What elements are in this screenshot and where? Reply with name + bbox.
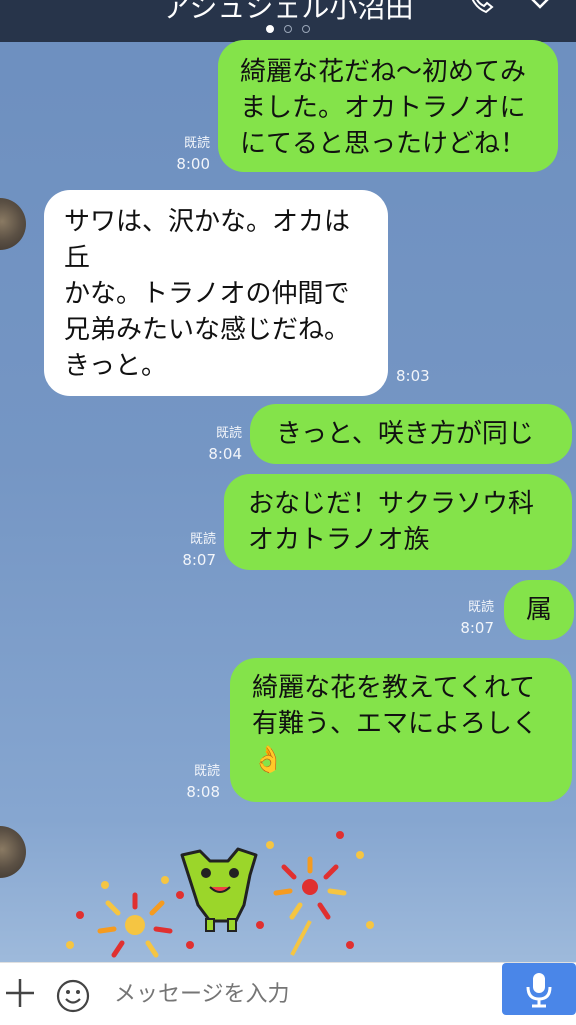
firework-left	[66, 876, 194, 958]
message-meta: 既読 8:07	[156, 530, 216, 570]
sent-message-bubble[interactable]: きっと、咲き方が同じ	[250, 404, 572, 464]
message-line: 属	[526, 595, 553, 625]
microphone-icon	[526, 973, 552, 1008]
plus-icon[interactable]	[4, 977, 36, 1009]
frog-character	[180, 847, 258, 932]
message-line: 👌	[252, 745, 285, 775]
message-time: 8:04	[208, 445, 242, 463]
message-line: サワは、沢かな。オカは	[64, 207, 351, 237]
message-meta: 既読 8:00	[150, 134, 210, 174]
message-line: 綺麗な花だね〜初めてみ	[240, 57, 527, 87]
message-time: 8:03	[396, 367, 430, 385]
message-line: かな。トラノオの仲間で	[64, 279, 350, 309]
message-line: 有難う、エマによろしく	[252, 709, 539, 739]
message-input[interactable]	[112, 975, 476, 1015]
message-input-bar	[0, 962, 576, 1025]
page-dot	[266, 25, 274, 33]
smiley-icon[interactable]	[56, 979, 90, 1013]
received-message-bubble[interactable]: サワは、沢かな。オカは 丘 かな。トラノオの仲間で 兄弟みたいな感じだね。 きっ…	[44, 190, 388, 396]
message-line: にてると思ったけどね！	[240, 129, 527, 159]
message-meta: 既読 8:04	[182, 424, 242, 464]
message-line: おなじだ！サクラソウ科	[248, 489, 535, 519]
read-receipt: 既読	[215, 426, 242, 441]
message-meta: 既読 8:07	[434, 598, 494, 638]
message-line: きっと、咲き方が同じ	[276, 419, 534, 449]
message-line: オカトラノオ族	[248, 525, 430, 555]
read-receipt: 既読	[193, 764, 220, 779]
avatar[interactable]	[0, 826, 26, 878]
message-meta: 既読 8:08	[160, 762, 220, 802]
chat-header: アシュシェル小沼田	[0, 0, 576, 42]
message-meta: 8:03	[396, 366, 440, 386]
sent-message-bubble[interactable]: おなじだ！サクラソウ科 オカトラノオ族	[224, 474, 572, 570]
message-line: きっと。	[64, 351, 167, 381]
page-dot	[302, 25, 310, 33]
chevron-down-icon[interactable]	[526, 0, 554, 12]
message-time: 8:07	[460, 619, 494, 637]
read-receipt: 既読	[183, 136, 210, 151]
firework-right	[256, 831, 374, 956]
avatar[interactable]	[0, 198, 26, 250]
page-dot	[284, 25, 292, 33]
page-indicator	[0, 18, 576, 37]
message-time: 8:00	[176, 155, 210, 173]
read-receipt: 既読	[467, 600, 494, 615]
message-time: 8:07	[182, 551, 216, 569]
read-receipt: 既読	[189, 532, 216, 547]
sent-message-bubble[interactable]: 属	[504, 580, 574, 640]
message-time: 8:08	[186, 783, 220, 801]
voice-input-button[interactable]	[502, 963, 576, 1015]
message-line: 兄弟みたいな感じだね。	[64, 315, 351, 345]
message-line: ました。オカトラノオに	[240, 93, 526, 123]
message-line: 丘	[64, 243, 91, 273]
message-line: 綺麗な花を教えてくれて	[252, 673, 536, 703]
sent-message-bubble[interactable]: 綺麗な花だね〜初めてみ ました。オカトラノオに にてると思ったけどね！	[218, 40, 558, 172]
phone-icon[interactable]	[468, 0, 498, 14]
fireworks-frog-sticker[interactable]	[60, 825, 380, 965]
sent-message-bubble[interactable]: 綺麗な花を教えてくれて 有難う、エマによろしく 👌	[230, 658, 572, 802]
